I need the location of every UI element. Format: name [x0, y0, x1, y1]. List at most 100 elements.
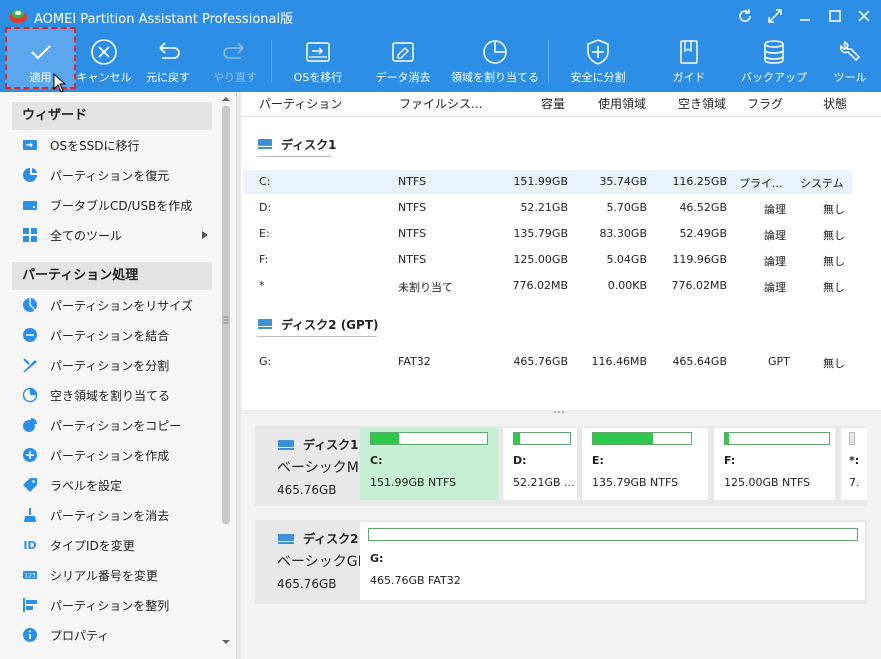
tag-icon — [23, 478, 37, 492]
sidebar-item-allocate[interactable]: 空き領域を割り当てる — [22, 384, 170, 406]
allocate-pie-icon — [22, 387, 38, 403]
cell-flag: GPT — [768, 355, 790, 368]
sidebar-item-bootable-media[interactable]: ブータブルCD/USBを作成 — [22, 194, 192, 216]
sidebar-item-label: 空き領域を割り当てる — [50, 388, 171, 403]
sidebar-item-properties[interactable]: プロパティ — [22, 624, 109, 646]
cell-free: 776.02MB — [671, 279, 727, 292]
undo-button[interactable]: 元に戻す — [138, 32, 198, 92]
col-header-flag[interactable]: フラグ — [747, 92, 783, 116]
sidebar-item-split[interactable]: パーティションを分割 — [22, 354, 169, 376]
disk2-name: ディスク2 — [303, 532, 359, 546]
cell-status: 無し — [823, 229, 845, 242]
disk2-size: 465.76GB — [277, 577, 337, 591]
split-icon — [23, 358, 37, 372]
guide-button[interactable]: ガイド — [659, 32, 719, 92]
merge-icon — [23, 328, 37, 342]
backup-button[interactable]: バックアップ — [737, 32, 811, 92]
refresh-button[interactable] — [733, 4, 757, 28]
col-header-free[interactable]: 空き領域 — [678, 92, 726, 116]
table-row[interactable]: E: NTFS 135.79GB 83.30GB 52.49GB 論理 無し — [243, 222, 853, 246]
toolbar-separator — [271, 40, 272, 82]
wizard-section-title: ウィザード — [12, 102, 212, 130]
sidebar-scrollbar[interactable] — [219, 92, 233, 659]
usage-bar — [513, 432, 571, 445]
col-header-partition[interactable]: パーティション — [259, 92, 342, 116]
chevron-right-icon — [202, 231, 208, 239]
sidebar-item-restore-partition[interactable]: パーティションを復元 — [22, 164, 169, 186]
disk1-header[interactable]: ディスク1 — [257, 134, 337, 154]
usage-fill — [725, 433, 730, 444]
close-button[interactable] — [852, 4, 876, 28]
cancel-label: キャンセル — [76, 71, 132, 84]
sidebar-item-merge[interactable]: パーティションを結合 — [22, 324, 169, 346]
disk2-card[interactable]: ディスク2 ベーシックGPT 465.76GB G: 465.76GB FAT3… — [255, 520, 867, 604]
cell-filesystem: NTFS — [398, 175, 427, 188]
col-header-used[interactable]: 使用領域 — [598, 92, 646, 116]
sidebar-item-copy[interactable]: パーティションをコピー — [22, 414, 181, 436]
sidebar-item-label: パーティションを復元 — [50, 168, 170, 183]
cell-status: 無し — [823, 281, 845, 294]
partition-block-unallocated[interactable]: *: 7. — [841, 428, 867, 500]
tools-button[interactable]: ツール — [822, 32, 878, 92]
wipe-data-button[interactable]: データ消去 — [368, 32, 438, 92]
sidebar-item-label: パーティションを作成 — [50, 448, 170, 463]
cancel-circle-icon — [91, 39, 117, 65]
cancel-button[interactable]: キャンセル — [72, 32, 136, 92]
partition-info: 7. — [849, 476, 860, 489]
disk2-summary: ディスク2 ベーシックGPT 465.76GB — [277, 530, 367, 591]
restore-icon — [768, 9, 782, 23]
col-header-filesystem[interactable]: ファイルシス... — [399, 92, 482, 116]
table-row[interactable]: * 未割り当て 776.02MB 0.00KB 776.02MB 論理 無し — [243, 274, 853, 298]
sidebar-item-label: ブータブルCD/USBを作成 — [50, 198, 193, 213]
partition-block-g[interactable]: G: 465.76GB FAT32 — [360, 522, 865, 600]
sidebar-item-align[interactable]: パーティションを整列 — [22, 594, 169, 616]
restore-layout-button[interactable] — [763, 4, 787, 28]
table-row[interactable]: F: NTFS 125.00GB 5.04GB 119.96GB 論理 無し — [243, 248, 853, 272]
safe-split-button[interactable]: 安全に分割 — [563, 32, 633, 92]
col-header-status[interactable]: 状態 — [823, 92, 847, 116]
partition-block-d[interactable]: D: 52.21GB ... — [503, 428, 577, 500]
book-icon — [680, 40, 698, 64]
shield-icon — [587, 39, 609, 65]
sidebar-item-change-serial[interactable]: 123 シリアル番号を変更 — [22, 564, 158, 586]
table-row[interactable]: G: FAT32 465.76GB 116.46MB 465.64GB GPT … — [243, 350, 853, 374]
migrate-os-button[interactable]: OSを移行 — [285, 32, 351, 92]
cell-used: 0.00KB — [607, 279, 647, 292]
cell-partition: G: — [259, 355, 272, 368]
cell-free: 116.25GB — [672, 175, 727, 188]
svg-text:123: 123 — [24, 573, 36, 580]
sidebar-item-label: シリアル番号を変更 — [50, 568, 158, 583]
copy-pie-icon — [23, 418, 37, 432]
sidebar-item-change-type-id[interactable]: ID タイプIDを変更 — [22, 534, 134, 556]
partition-info: 125.00GB NTFS — [724, 476, 811, 489]
table-row[interactable]: C: NTFS 151.99GB 35.74GB 116.25GB プライ...… — [243, 170, 853, 194]
cell-filesystem: 未割り当て — [398, 281, 453, 294]
cell-status: システム — [800, 177, 844, 190]
cell-flag: 論理 — [764, 281, 786, 294]
usage-bar — [724, 432, 830, 445]
redo-button[interactable]: やり直す — [205, 32, 265, 92]
migrate-os-label: OSを移行 — [293, 71, 343, 84]
sidebar-item-migrate-os[interactable]: OSをSSDに移行 — [22, 134, 140, 156]
allocate-space-button[interactable]: 領域を割り当てる — [445, 32, 545, 92]
disk2-label: ディスク2 (GPT) — [281, 317, 379, 332]
table-row[interactable]: D: NTFS 52.21GB 5.70GB 46.52GB 論理 無し — [243, 196, 853, 220]
partition-letter: *: — [849, 454, 860, 467]
partition-block-e[interactable]: E: 135.79GB NTFS — [582, 428, 708, 500]
sidebar: ウィザード OSをSSDに移行 パーティションを復元 ブータブルCD/USBを作… — [0, 92, 237, 659]
sidebar-item-all-tools[interactable]: 全てのツール — [22, 224, 208, 246]
minimize-button[interactable] — [793, 4, 817, 28]
col-header-capacity[interactable]: 容量 — [541, 92, 565, 116]
partition-block-c[interactable]: C: 151.99GB NTFS — [360, 428, 498, 500]
sidebar-item-set-label[interactable]: ラベルを設定 — [22, 474, 122, 496]
sidebar-item-create[interactable]: パーティションを作成 — [22, 444, 169, 466]
maximize-button[interactable] — [823, 4, 847, 28]
partition-block-f[interactable]: F: 125.00GB NTFS — [714, 428, 835, 500]
cell-flag: 論理 — [764, 203, 786, 216]
sidebar-item-label: OSをSSDに移行 — [50, 138, 140, 153]
sidebar-item-resize[interactable]: パーティションをリサイズ — [22, 294, 193, 316]
sidebar-item-wipe[interactable]: パーティションを消去 — [22, 504, 169, 526]
disk1-card[interactable]: ディスク1 ベーシックMBR 465.76GB C: 151.99GB NTFS… — [255, 426, 867, 506]
disk2-header[interactable]: ディスク2 (GPT) — [257, 314, 379, 334]
header-divider — [241, 116, 881, 117]
